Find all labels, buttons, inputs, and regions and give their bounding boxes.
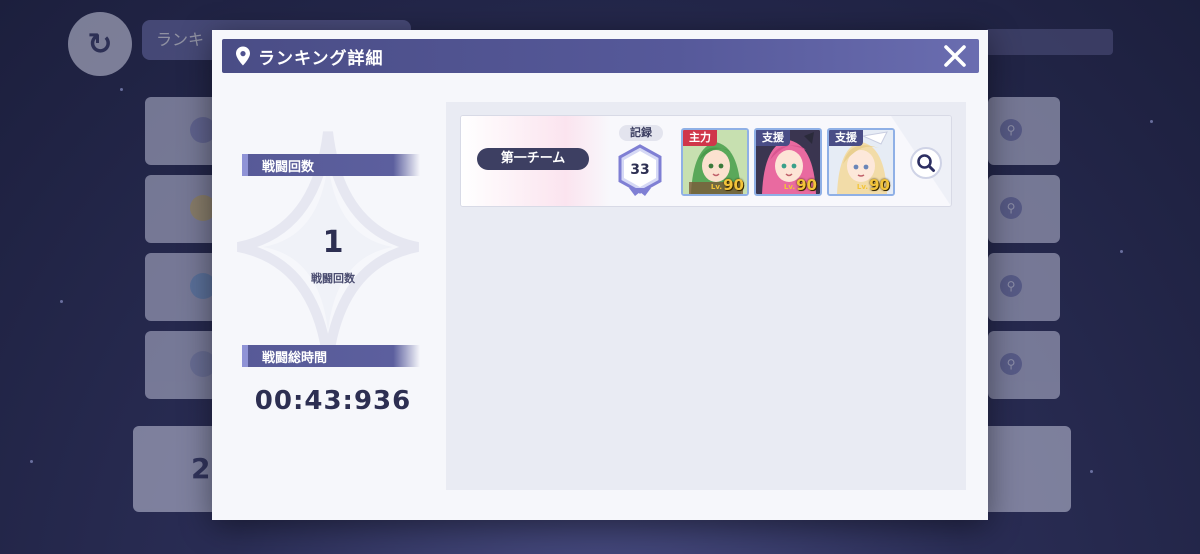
- character-role-tag: 主力: [683, 130, 717, 146]
- character-slot-support-2[interactable]: 支援 Lv. 90: [827, 128, 895, 196]
- team-search-icon[interactable]: [910, 147, 942, 179]
- background-topright-box: [985, 29, 1113, 55]
- background-list-card: [145, 175, 220, 243]
- record-label: 記録: [619, 125, 663, 141]
- background-list-card: [145, 97, 220, 165]
- team-label: 第一チーム: [477, 148, 589, 170]
- record-badge-icon: 33: [618, 144, 662, 196]
- character-level-prefix: Lv.: [856, 183, 868, 191]
- background-list-card: [145, 253, 220, 321]
- back-button: ↻: [68, 12, 132, 76]
- total-time-value: 00:43:936: [254, 386, 412, 416]
- battle-count-value: 1: [322, 225, 344, 260]
- background-list-card: [145, 331, 220, 399]
- character-level: 90: [723, 176, 744, 194]
- character-role-tag: 支援: [756, 130, 790, 146]
- modal-header: ランキング詳細: [222, 39, 979, 73]
- modal-title: ランキング詳細: [258, 49, 384, 69]
- location-pin-icon: [236, 46, 250, 66]
- character-slot-support-1[interactable]: 支援 Lv. 90: [754, 128, 822, 196]
- team-row: 第一チーム 記録 33 主力 Lv. 90 支援 Lv. 90 支援 Lv. 9…: [460, 115, 952, 207]
- close-icon[interactable]: [941, 42, 969, 70]
- total-time-header: 戦闘総時間: [242, 345, 420, 367]
- battle-count-caption: 戦闘回数: [311, 272, 355, 285]
- character-level: 90: [869, 176, 890, 194]
- background-right-card: ⚲: [988, 253, 1060, 321]
- battle-count-header: 戦闘回数: [242, 154, 420, 176]
- character-level: 90: [796, 176, 817, 194]
- character-role-tag: 支援: [829, 130, 863, 146]
- background-right-card: ⚲: [988, 97, 1060, 165]
- record-value: 33: [630, 162, 649, 178]
- team-panel: 第一チーム 記録 33 主力 Lv. 90 支援 Lv. 90 支援 Lv. 9…: [446, 102, 966, 490]
- background-right-card: ⚲: [988, 175, 1060, 243]
- background-rank-number: 2: [191, 452, 211, 485]
- ranking-detail-modal: ランキング詳細 戦闘回数 1 戦闘回数 戦闘総時間 00:43:936 第一チー…: [212, 30, 988, 520]
- character-level-prefix: Lv.: [710, 183, 722, 191]
- character-slot-main[interactable]: 主力 Lv. 90: [681, 128, 749, 196]
- background-right-card: ⚲: [988, 331, 1060, 399]
- character-level-prefix: Lv.: [783, 183, 795, 191]
